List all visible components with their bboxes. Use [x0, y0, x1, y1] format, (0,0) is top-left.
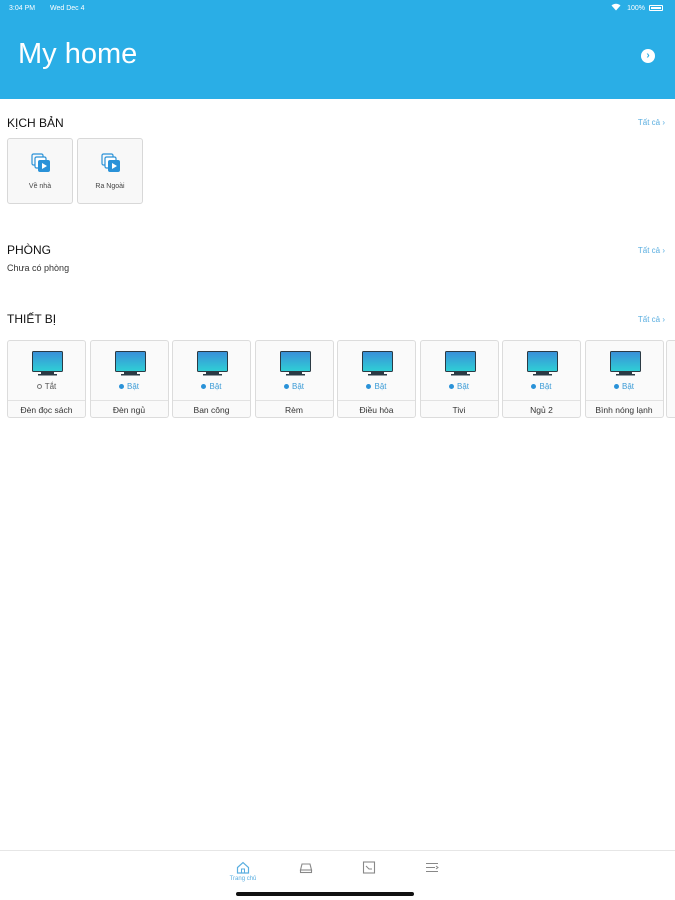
device-state[interactable]: Bật [256, 382, 333, 391]
home-icon [236, 861, 250, 874]
device-card[interactable]: Bật Ban công [172, 340, 251, 418]
scene-play-icon [101, 153, 120, 172]
status-on-dot [201, 384, 207, 389]
status-on-dot [283, 384, 289, 389]
devices-see-all-link[interactable]: Tất cả › [638, 315, 665, 324]
tab-menu[interactable] [417, 861, 447, 887]
tv-icon [362, 351, 393, 376]
tab-home[interactable]: Trang chủ [228, 861, 258, 887]
device-card[interactable]: Bật Tivi [419, 340, 499, 418]
status-time: 3:04 PM [9, 5, 36, 12]
rooms-empty-text: Chưa có phòng [7, 263, 70, 273]
divider [338, 400, 415, 401]
chevron-right-circle-icon[interactable]: › [641, 49, 655, 63]
scene-label: Về nhà [28, 183, 52, 190]
device-state-label: Bật [539, 382, 552, 391]
device-name: Tivi [452, 405, 466, 415]
device-name: Đèn ngủ [112, 405, 146, 415]
device-card[interactable]: Bật Rèm [254, 340, 334, 418]
device-name: Ban công [193, 405, 230, 415]
scene-card-ra-ngoai[interactable]: Ra Ngoài [77, 138, 143, 204]
divider [420, 400, 498, 401]
status-bar: 3:04 PM Wed Dec 4 100% [0, 0, 675, 18]
divider [255, 400, 333, 401]
device-state-label: Bật [126, 382, 139, 391]
device-state[interactable]: Tắt [8, 382, 85, 391]
devices-see-all-label: Tất cả [637, 315, 661, 324]
status-on-dot [613, 384, 619, 389]
status-off-dot [36, 384, 42, 389]
home-indicator [236, 892, 414, 896]
device-name: Bình nóng lạnh [595, 405, 653, 415]
scenes-see-all-link[interactable]: Tất cả › [638, 118, 665, 127]
scene-play-icon [31, 153, 50, 172]
scene-card-ve-nha[interactable]: Về nhà [7, 138, 73, 204]
device-state-label: Bật [456, 382, 469, 391]
device-state[interactable]: Bật [503, 382, 580, 391]
device-card-partial[interactable] [666, 340, 675, 418]
divider [173, 400, 250, 401]
device-card[interactable]: Bật Ngủ 2 [502, 340, 581, 418]
tv-icon [114, 351, 146, 376]
tab-devices[interactable] [291, 861, 321, 887]
menu-icon [426, 862, 439, 873]
rooms-see-all-link[interactable]: Tất cả › [638, 246, 665, 255]
device-state[interactable]: Bật [91, 382, 168, 391]
device-name: Ngủ 2 [530, 405, 553, 415]
tv-icon [279, 351, 311, 376]
tab-home-label: Trang chủ [229, 876, 257, 882]
device-state[interactable]: Bật [421, 382, 498, 391]
divider [585, 400, 663, 401]
tv-icon [32, 351, 63, 376]
device-name: Điều hòa [359, 405, 394, 415]
rooms-title: PHÒNG [7, 243, 52, 257]
device-state[interactable]: Bật [586, 382, 663, 391]
status-on-dot [531, 384, 537, 389]
tv-icon [197, 351, 228, 376]
device-card[interactable]: Bật Điều hòa [337, 340, 416, 418]
tab-statistics[interactable] [354, 861, 384, 887]
status-on-dot [118, 384, 124, 389]
chart-icon [362, 861, 376, 874]
device-state[interactable]: Bật [338, 382, 415, 391]
device-card[interactable]: Bật Đèn ngủ [89, 340, 169, 418]
device-name: Đèn đọc sách [20, 405, 73, 415]
divider [503, 400, 580, 401]
device-name: Rèm [285, 405, 303, 415]
device-state[interactable]: Bật [173, 382, 250, 391]
wifi-icon [611, 3, 621, 13]
status-date: Wed Dec 4 [50, 5, 85, 12]
scene-label: Ra Ngoài [95, 183, 125, 190]
scenes-see-all-label: Tất cả [637, 118, 661, 127]
divider [90, 400, 168, 401]
page-title: My home [18, 38, 138, 70]
device-state-label: Bật [291, 382, 304, 391]
device-icon [299, 863, 313, 874]
tv-icon [527, 351, 558, 376]
app-header: 3:04 PM Wed Dec 4 100% My home › [0, 0, 675, 99]
battery-percent: 100% [627, 5, 645, 12]
rooms-see-all-label: Tất cả [637, 246, 661, 255]
divider [8, 400, 85, 401]
device-state-label: Tắt [44, 382, 57, 391]
tv-icon [444, 351, 476, 376]
device-card[interactable]: Tắt Đèn đọc sách [7, 340, 86, 418]
device-card[interactable]: Bật Bình nóng lạnh [584, 340, 664, 418]
scenes-title: KỊCH BẢN [7, 116, 64, 130]
status-on-dot [366, 384, 372, 389]
device-state-label: Bật [621, 382, 634, 391]
device-state-label: Bật [209, 382, 222, 391]
status-on-dot [448, 384, 454, 389]
devices-title: THIẾT BỊ [7, 312, 57, 326]
tv-icon [609, 351, 641, 376]
device-state-label: Bật [374, 382, 387, 391]
battery-icon [649, 5, 663, 11]
